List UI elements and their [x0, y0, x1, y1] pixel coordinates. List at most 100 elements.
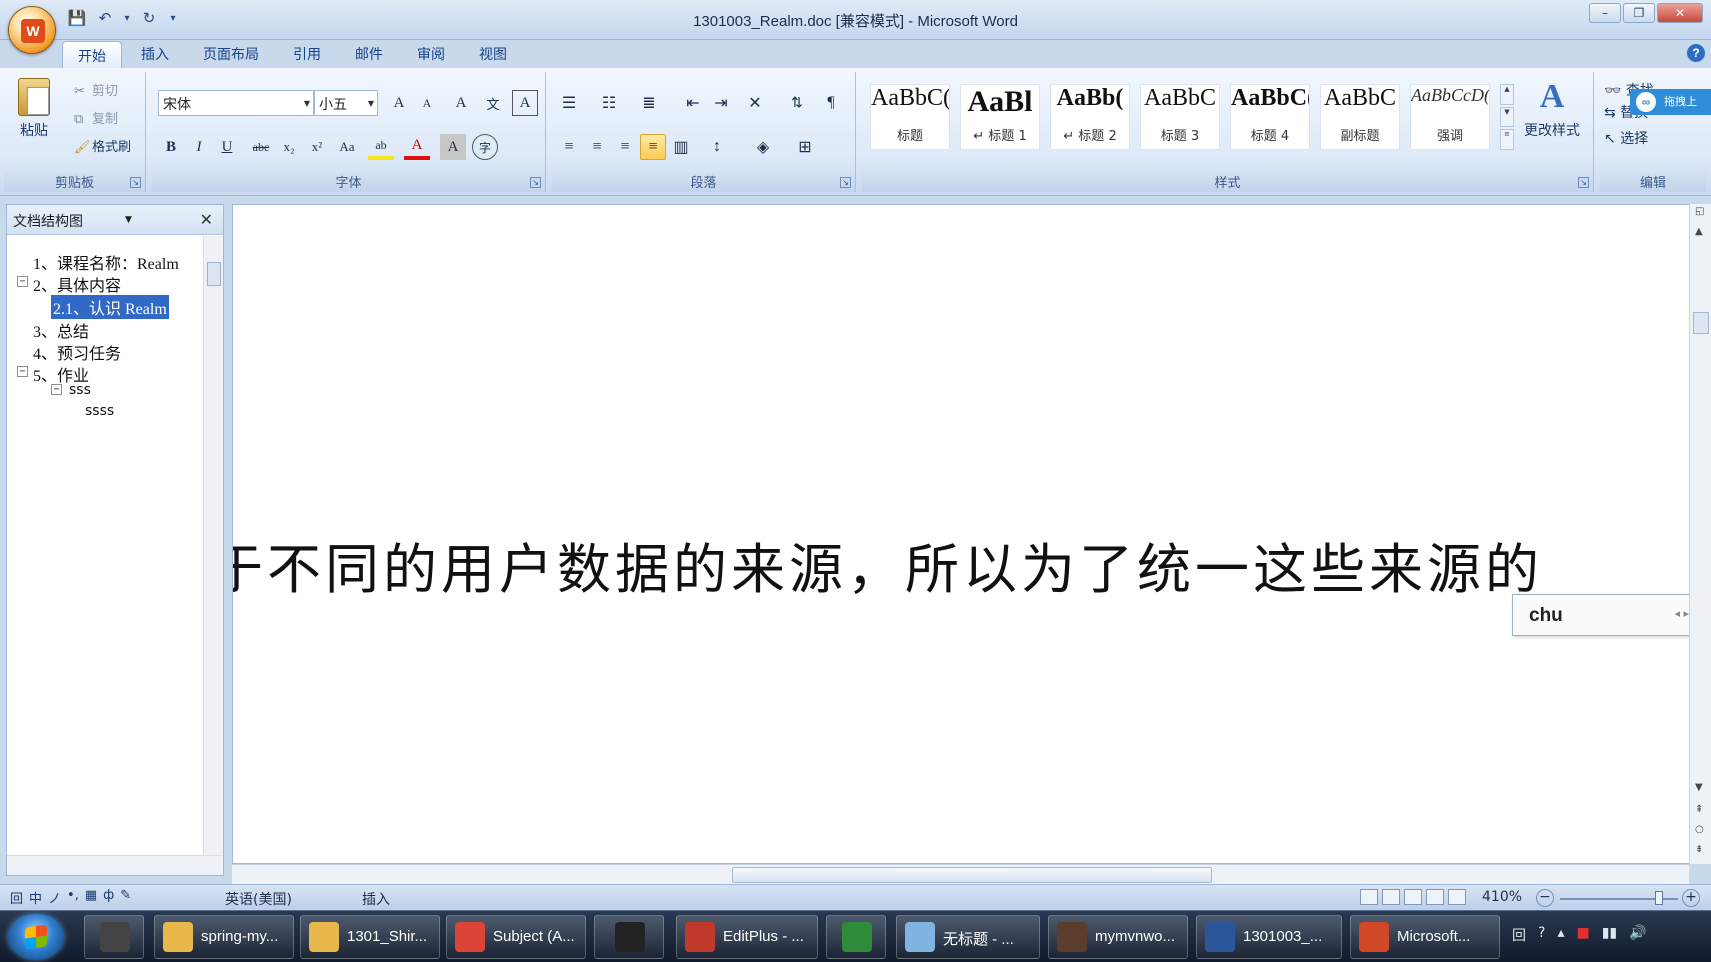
- gallery-down-icon[interactable]: ▼: [1500, 106, 1514, 128]
- tab-references[interactable]: 引用: [278, 40, 336, 68]
- line-spacing-icon[interactable]: ↕: [704, 134, 730, 160]
- highlight-button[interactable]: ab: [368, 134, 394, 160]
- office-button[interactable]: W: [8, 6, 56, 54]
- document-map-scrollbar[interactable]: [203, 236, 223, 855]
- shrink-font-button[interactable]: A: [414, 90, 440, 116]
- underline-button[interactable]: U: [214, 134, 240, 160]
- ime-chinese-icon[interactable]: 中: [29, 888, 42, 907]
- network-icon[interactable]: ▮▮: [1602, 925, 1617, 945]
- cloud-upload-widget[interactable]: ∞ 拖拽上: [1630, 89, 1711, 115]
- taskbar-item[interactable]: [594, 915, 664, 959]
- close-button[interactable]: ✕: [1657, 3, 1703, 23]
- chevron-down-icon[interactable]: ▼: [125, 215, 132, 225]
- taskbar-item[interactable]: [84, 915, 144, 959]
- character-shading-button[interactable]: A: [440, 134, 466, 160]
- change-styles-button[interactable]: A 更改样式: [1520, 78, 1584, 140]
- maximize-button[interactable]: ❐: [1623, 3, 1655, 23]
- nav-item[interactable]: 2、具体内容: [33, 272, 121, 296]
- nav-item[interactable]: 3、总结: [33, 318, 89, 342]
- style-subtitle[interactable]: AaBbC 副标题: [1320, 84, 1400, 150]
- style-heading-1[interactable]: AaBl ↵ 标题 1: [960, 84, 1040, 150]
- character-border-icon[interactable]: A: [512, 90, 538, 116]
- bullets-icon[interactable]: ☰: [556, 90, 582, 116]
- enclose-characters-button[interactable]: 字: [472, 134, 498, 160]
- strikethrough-button[interactable]: abc: [248, 134, 274, 160]
- zoom-slider-thumb[interactable]: [1655, 891, 1663, 905]
- font-color-button[interactable]: A: [404, 134, 430, 160]
- collapse-icon[interactable]: −: [17, 276, 28, 287]
- zoom-out-button[interactable]: −: [1536, 889, 1554, 907]
- styles-launcher-icon[interactable]: ↘: [1578, 177, 1589, 188]
- volume-icon[interactable]: 🔊: [1629, 925, 1646, 945]
- taskbar-item[interactable]: [826, 915, 886, 959]
- select-button[interactable]: ↖ 选择: [1604, 128, 1648, 148]
- scroll-up-icon[interactable]: ▲: [1695, 226, 1703, 237]
- scroll-down-icon[interactable]: ▼: [1695, 782, 1703, 793]
- insert-mode-status[interactable]: 插入: [362, 889, 390, 909]
- taskbar-item[interactable]: Subject (A...: [446, 915, 586, 959]
- nav-item[interactable]: sss: [69, 382, 91, 398]
- zoom-level[interactable]: 410%: [1482, 889, 1522, 905]
- start-button[interactable]: [8, 914, 64, 960]
- ime-mode-icon[interactable]: 回: [10, 888, 23, 907]
- sort-icon[interactable]: ⇅: [784, 90, 810, 116]
- style-heading-4[interactable]: AaBbC( 标题 4: [1230, 84, 1310, 150]
- style-heading-3[interactable]: AaBbC 标题 3: [1140, 84, 1220, 150]
- taskbar-item[interactable]: 1301_Shir...: [300, 915, 440, 959]
- change-case-button[interactable]: Aa: [334, 134, 360, 160]
- nav-item[interactable]: 4、预习任务: [33, 340, 121, 364]
- paragraph-launcher-icon[interactable]: ↘: [840, 177, 851, 188]
- chinese-layout-icon[interactable]: ✕: [742, 90, 768, 116]
- browse-object-icon[interactable]: ○: [1695, 824, 1704, 835]
- ime-width-icon[interactable]: ノ: [48, 888, 61, 907]
- font-size-combo[interactable]: 小五 ▼: [314, 90, 378, 116]
- tab-mailings[interactable]: 邮件: [340, 40, 398, 68]
- tab-insert[interactable]: 插入: [126, 40, 184, 68]
- ime-page-arrows-icon[interactable]: ◂ ▸: [1674, 607, 1689, 620]
- shading-icon[interactable]: ◈: [750, 134, 776, 160]
- tray-expand-icon[interactable]: ▴: [1557, 925, 1564, 945]
- decrease-indent-icon[interactable]: ⇤: [680, 90, 706, 116]
- borders-icon[interactable]: ⊞: [792, 134, 818, 160]
- align-center-icon[interactable]: ≡: [584, 134, 610, 160]
- help-icon[interactable]: ?: [1687, 44, 1705, 62]
- font-name-combo[interactable]: 宋体 ▼: [158, 90, 314, 116]
- align-left-icon[interactable]: ≡: [556, 134, 582, 160]
- clipboard-launcher-icon[interactable]: ↘: [130, 177, 141, 188]
- taskbar-item[interactable]: mymvnwo...: [1048, 915, 1188, 959]
- font-launcher-icon[interactable]: ↘: [530, 177, 541, 188]
- tray-flag-icon[interactable]: ■: [1576, 925, 1589, 945]
- print-layout-icon[interactable]: [1360, 889, 1378, 905]
- scroll-thumb[interactable]: [732, 867, 1212, 883]
- draft-icon[interactable]: [1448, 889, 1466, 905]
- phonetic-guide-icon[interactable]: 文: [480, 90, 506, 116]
- superscript-button[interactable]: x²: [304, 134, 330, 160]
- italic-button[interactable]: I: [186, 134, 212, 160]
- style-emphasis[interactable]: AaBbCcD( 强调: [1410, 84, 1490, 150]
- style-heading-2[interactable]: AaBb( ↵ 标题 2: [1050, 84, 1130, 150]
- gallery-more-icon[interactable]: ≡: [1500, 129, 1514, 151]
- document-hscrollbar[interactable]: [232, 864, 1689, 884]
- document-text[interactable]: 于不同的用户数据的来源，所以为了统一这些来源的: [233, 525, 1543, 604]
- previous-page-icon[interactable]: ⇞: [1695, 804, 1703, 815]
- nav-item[interactable]: 1、课程名称：Realm: [33, 250, 179, 274]
- collapse-icon[interactable]: −: [51, 384, 62, 395]
- document-map-hscrollbar[interactable]: [7, 855, 223, 875]
- show-marks-icon[interactable]: ¶: [818, 90, 844, 116]
- document-vscrollbar[interactable]: ◱ ▲ ▼ ⇞ ○ ⇟: [1689, 204, 1711, 864]
- scroll-thumb[interactable]: [1693, 312, 1709, 334]
- ime-punct-icon[interactable]: •,: [67, 888, 79, 907]
- taskbar-item[interactable]: Microsoft...: [1350, 915, 1500, 959]
- collapse-icon[interactable]: −: [17, 366, 28, 377]
- close-icon[interactable]: ✕: [200, 210, 213, 229]
- increase-indent-icon[interactable]: ⇥: [708, 90, 734, 116]
- style-title[interactable]: AaBbC( 标题: [870, 84, 950, 150]
- ime-skin-icon[interactable]: ф: [103, 888, 114, 907]
- bold-button[interactable]: B: [158, 134, 184, 160]
- align-right-icon[interactable]: ≡: [612, 134, 638, 160]
- language-status[interactable]: 英语(美国): [225, 889, 292, 909]
- taskbar-item[interactable]: 1301003_...: [1196, 915, 1342, 959]
- grow-font-button[interactable]: A: [386, 90, 412, 116]
- gallery-up-icon[interactable]: ▲: [1500, 84, 1514, 105]
- ruler-toggle-icon[interactable]: ◱: [1695, 206, 1704, 217]
